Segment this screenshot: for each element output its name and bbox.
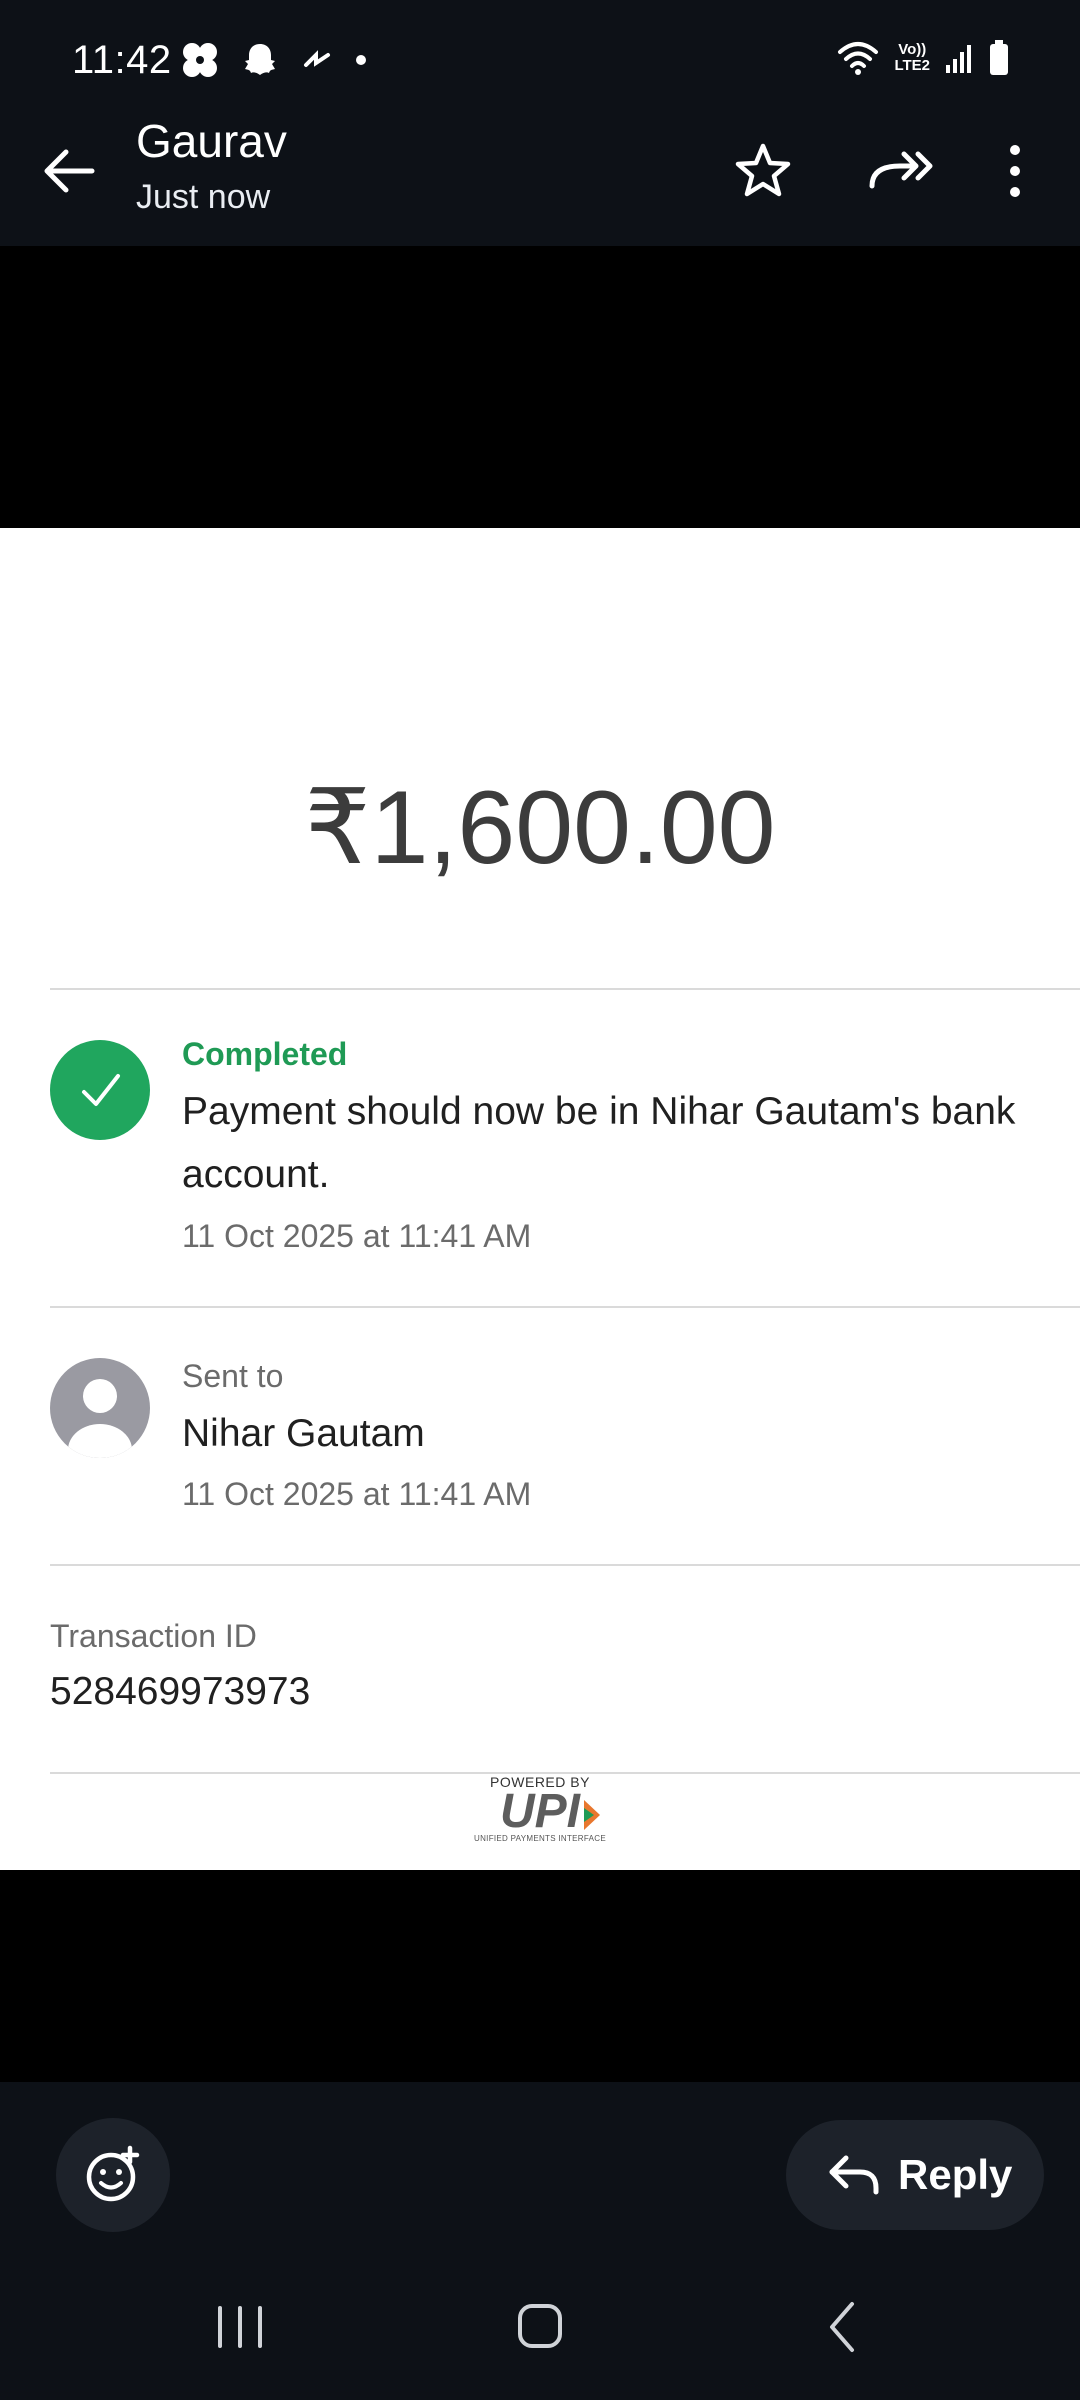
- emoji-add-icon: [86, 2145, 140, 2202]
- divider: [50, 988, 1080, 990]
- chat-title[interactable]: Gaurav: [136, 114, 287, 168]
- status-label: Completed: [182, 1036, 348, 1072]
- transaction-id: 528469973973: [50, 1670, 311, 1713]
- payment-amount: ₹1,600.00: [304, 770, 776, 886]
- swipe-icon: [304, 50, 330, 67]
- transaction-id-label: Transaction ID: [50, 1618, 257, 1654]
- back-nav-icon[interactable]: [804, 2292, 884, 2362]
- emoji-reaction-button[interactable]: [56, 2118, 170, 2232]
- media-letterbox-bottom: [0, 1870, 1080, 2082]
- star-icon[interactable]: [728, 136, 798, 206]
- media-letterbox-top: [0, 246, 1080, 528]
- forward-icon[interactable]: [860, 136, 940, 206]
- bottom-action-bar: Reply: [0, 2082, 1080, 2250]
- back-arrow-icon[interactable]: [34, 136, 104, 206]
- system-nav-bar: [0, 2250, 1080, 2400]
- more-options-icon[interactable]: [990, 136, 1040, 206]
- status-right: Vo)) LTE2: [836, 38, 1010, 78]
- chat-subtitle: Just now: [136, 178, 271, 216]
- battery-icon: [990, 40, 1008, 75]
- upi-wordmark: UPI: [499, 1785, 580, 1838]
- sent-to-label: Sent to: [182, 1358, 284, 1394]
- wifi-icon: [838, 42, 879, 75]
- snapchat-icon: [245, 44, 275, 75]
- completed-check-icon: [50, 1040, 150, 1140]
- reply-button[interactable]: Reply: [786, 2120, 1044, 2230]
- sent-timestamp: 11 Oct 2025 at 11:41 AM: [182, 1476, 532, 1512]
- status-timestamp: 11 Oct 2025 at 11:41 AM: [182, 1218, 532, 1254]
- divider: [50, 1564, 1080, 1566]
- recipient-name: Nihar Gautam: [182, 1412, 425, 1455]
- home-icon[interactable]: [500, 2292, 580, 2362]
- upi-arrow-icon: [584, 1800, 600, 1830]
- status-bar: 11:42 Vo)) LTE2: [0, 0, 1080, 122]
- app-header: Gaurav Just now: [0, 115, 1080, 246]
- status-description: Payment should now be in Nihar Gautam's …: [182, 1090, 1016, 1196]
- reply-label: Reply: [898, 2151, 1013, 2198]
- upi-logo: POWERED BY UPI UNIFIED PAYMENTS INTERFAC…: [470, 1774, 610, 1846]
- lte-indicator: Vo)) LTE2: [894, 41, 930, 74]
- signal-icon: [946, 45, 971, 73]
- divider: [50, 1306, 1080, 1308]
- pinwheel-icon: [183, 43, 217, 77]
- dot-icon: [356, 55, 366, 65]
- recent-apps-icon[interactable]: [200, 2292, 280, 2362]
- avatar: [50, 1358, 150, 1458]
- payment-receipt-image[interactable]: ₹1,600.00 Completed Payment should now b…: [0, 528, 1080, 1870]
- reply-arrow-icon: [829, 2155, 879, 2195]
- notification-icons: [180, 40, 368, 80]
- status-time: 11:42: [72, 38, 172, 82]
